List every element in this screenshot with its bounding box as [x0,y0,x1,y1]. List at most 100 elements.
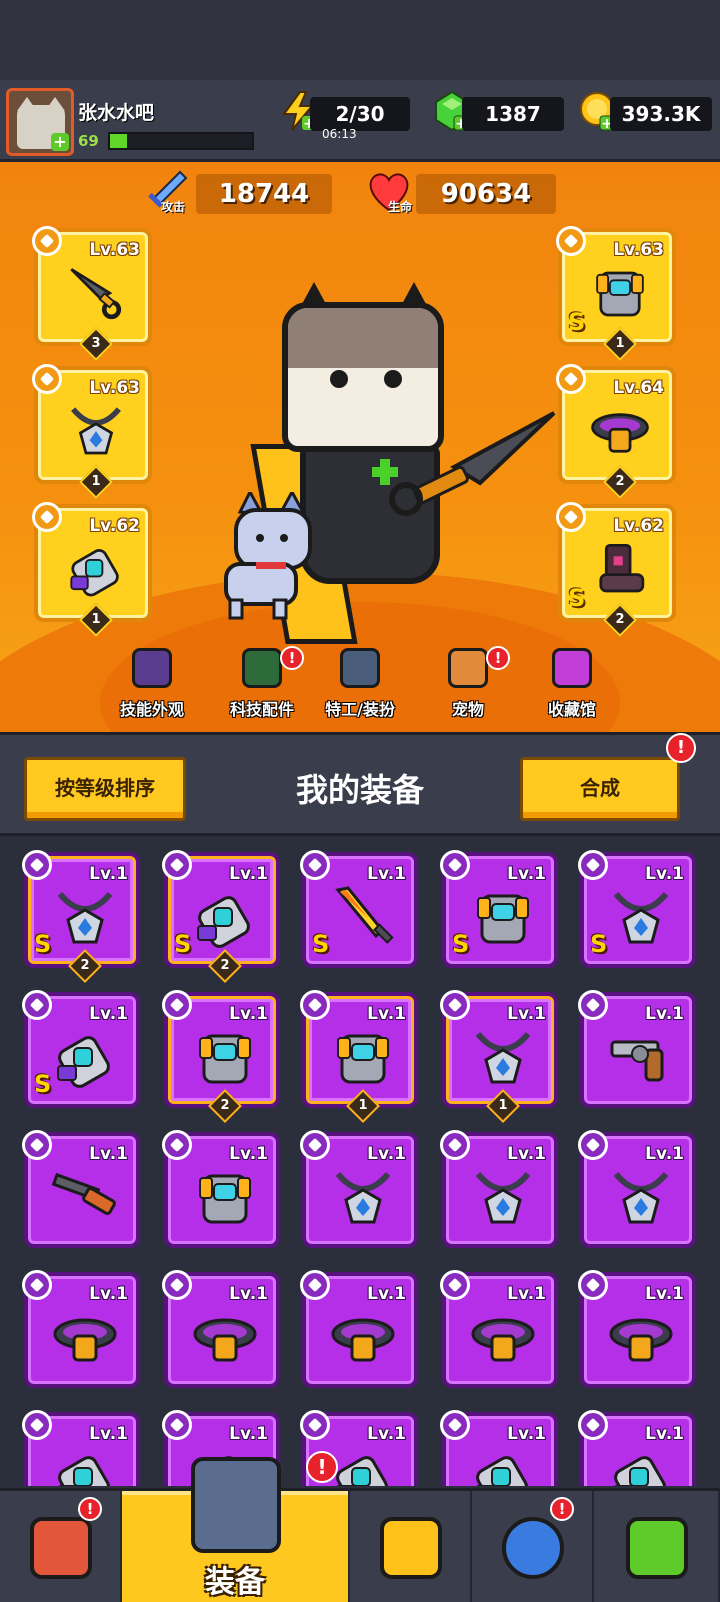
equipment-item[interactable]: Lv.1 [440,1270,558,1388]
equipment-item[interactable]: Lv.1 [22,1130,140,1248]
hero-menu-button[interactable]: 特工/装扮 [310,646,410,730]
item-star-count: 2 [80,958,90,973]
item-type-badge-icon [578,990,608,1020]
item-rank: S [452,930,470,958]
armor-icon [596,271,644,317]
item-rank: S [174,930,192,958]
equipped-slot[interactable]: Lv.63 S 1 [556,226,676,361]
item-type-badge-icon [578,1410,608,1440]
equipped-slot[interactable]: Lv.62 1 [32,502,152,637]
equipment-item[interactable]: Lv.1 [578,1410,696,1486]
equipment-item[interactable]: Lv.1 1 [440,990,558,1123]
item-rank: S [312,930,330,958]
avatar[interactable]: + [6,88,74,156]
hero-menu-button[interactable]: 收藏馆 [522,646,622,730]
slot-star-count: 1 [91,474,101,489]
item-level: Lv.1 [367,1144,406,1164]
alert-badge: ! [306,1451,338,1483]
equipment-item[interactable]: Lv.1 [162,1130,280,1248]
equipment-item[interactable]: Lv.1 [578,1130,696,1248]
item-level: Lv.1 [507,1144,546,1164]
equipped-slot[interactable]: Lv.63 1 [32,364,152,499]
battle-icon [380,1517,442,1579]
xp-bar [108,132,254,150]
equipped-slot[interactable]: Lv.63 3 [32,226,152,361]
belt-icon [193,1318,257,1362]
nav-tab[interactable] [350,1491,472,1602]
merge-button[interactable]: 合成 [520,757,680,821]
equipment-item[interactable]: Lv.1 [300,1130,418,1248]
equipment-item[interactable]: Lv.1 [300,1270,418,1388]
equipment-item[interactable]: Lv.1 [22,1410,140,1486]
necklace-icon [613,1172,669,1224]
attack-label: 攻击 [161,200,186,214]
item-type-badge-icon [162,850,192,880]
equipment-item[interactable]: Lv.1 S 2 [22,850,140,983]
hero-menu-label: 宠物 [451,700,484,719]
equipped-slot[interactable]: Lv.64 2 [556,364,676,499]
equipment-item[interactable]: Lv.1 1 [300,990,418,1123]
item-type-badge-icon [440,1270,470,1300]
slot-rank: S [568,308,586,336]
hero-menu-button[interactable]: 宠物! [418,646,518,730]
equipped-slot[interactable]: Lv.62 S 2 [556,502,676,637]
nav-tab[interactable]: ! [472,1491,594,1602]
hero-menu-button[interactable]: 技能外观 [102,646,202,730]
item-type-badge-icon [22,850,52,880]
equipment-item[interactable]: Lv.1 S [300,850,418,968]
nav-tab[interactable]: ! [0,1491,122,1602]
item-star-count: 2 [220,958,230,973]
xp-bar-fill [110,134,128,148]
equipment-item[interactable]: Lv.1 [22,1270,140,1388]
sword-icon [335,886,394,944]
hero-menu-button[interactable]: 科技配件! [212,646,312,730]
energy-timer: 06:13 [322,127,357,141]
item-level: Lv.1 [645,864,684,884]
item-level: Lv.1 [229,1144,268,1164]
top-bar: + 张水水吧 69 + 2/30 06:13 + 1387 + 393.3K [0,80,720,162]
slot-type-badge-icon [32,364,62,394]
glove-icon [476,1456,528,1486]
item-level: Lv.1 [367,1004,406,1024]
gene-icon [626,1517,688,1579]
equipment-item[interactable]: Lv.1 [440,1410,558,1486]
item-star-count: 1 [498,1098,508,1113]
slot-level: Lv.63 [89,378,140,398]
slot-star-count: 3 [91,336,101,351]
sort-by-level-button[interactable]: 按等级排序 [24,757,186,821]
equipment-item[interactable]: Lv.1 [578,1270,696,1388]
item-level: Lv.1 [367,864,406,884]
equipment-item[interactable]: Lv.1 [578,990,696,1108]
item-type-badge-icon [22,1410,52,1440]
nav-tab[interactable]: 装备! [122,1451,350,1602]
item-level: Lv.1 [367,1284,406,1304]
equipment-item[interactable]: Lv.1 [440,1130,558,1248]
equipment-item[interactable]: Lv.1 [162,1270,280,1388]
item-level: Lv.1 [89,864,128,884]
game-screen: + 张水水吧 69 + 2/30 06:13 + 1387 + 393.3K 攻… [0,0,720,1602]
item-rank: S [590,930,608,958]
equipment-item[interactable]: Lv.1 S 2 [162,850,280,983]
nav-tab-label: 装备 [205,1565,265,1600]
boots-icon [599,543,645,593]
item-type-badge-icon [578,1130,608,1160]
item-level: Lv.1 [229,864,268,884]
equipment-item[interactable]: Lv.1 S [440,850,558,968]
alert-badge: ! [280,646,304,670]
item-type-badge-icon [300,990,330,1020]
slot-rank: S [568,584,586,612]
glove-icon [70,549,119,597]
pet-cat-icon[interactable] [200,492,320,622]
equipment-item[interactable]: Lv.1 S [22,990,140,1108]
equipment-item[interactable]: Lv.1 S [578,850,696,968]
item-type-badge-icon [578,1270,608,1300]
armor-icon [337,1034,389,1084]
equipment-item[interactable]: Lv.1 2 [162,990,280,1123]
slot-type-badge-icon [556,364,586,394]
slot-star-count: 1 [615,336,625,351]
nav-tab[interactable] [594,1491,720,1602]
hero-kunai-weapon-icon [389,411,556,516]
item-type-badge-icon [300,850,330,880]
bottom-nav: ! 装备!! [0,1451,720,1602]
revolver-icon [610,1040,664,1082]
